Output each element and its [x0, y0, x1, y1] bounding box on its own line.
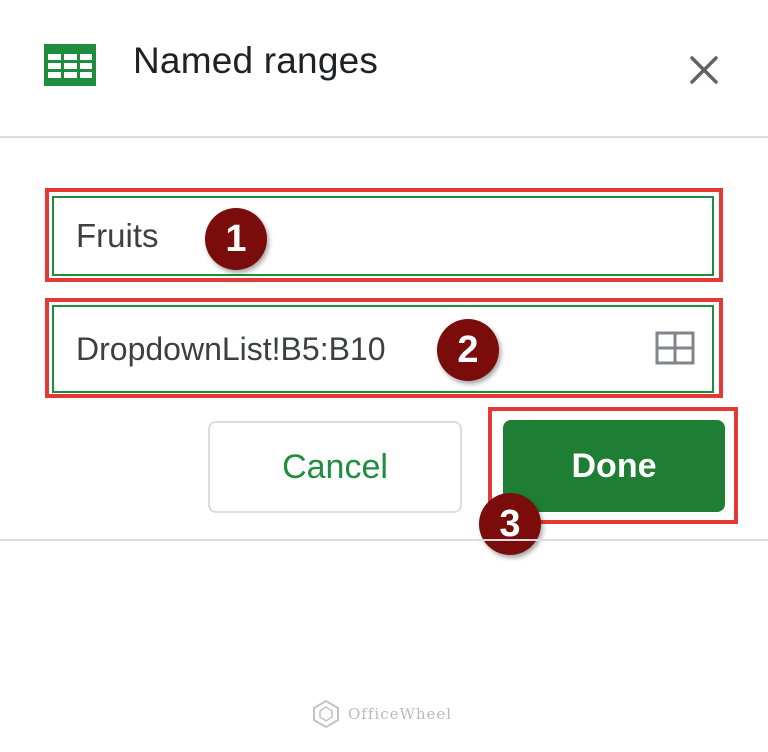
step-badge-2: 2	[437, 319, 499, 381]
panel-title: Named ranges	[133, 40, 379, 81]
select-data-range-icon[interactable]	[655, 331, 695, 365]
named-ranges-panel: Named ranges Cancel Done 1 2 3 OfficeWhe…	[0, 0, 768, 752]
range-name-field[interactable]	[52, 196, 714, 276]
cancel-button[interactable]: Cancel	[208, 421, 462, 513]
watermark: OfficeWheel	[312, 698, 452, 730]
step-badge-3: 3	[479, 493, 541, 555]
step-badge-1: 1	[205, 208, 267, 270]
range-reference-field[interactable]	[52, 305, 714, 393]
close-icon[interactable]	[684, 50, 724, 90]
watermark-text: OfficeWheel	[348, 705, 453, 723]
panel-divider	[0, 539, 768, 541]
panel-header: Named ranges	[0, 0, 768, 138]
done-button[interactable]: Done	[503, 420, 725, 512]
range-reference-input[interactable]	[54, 307, 712, 391]
watermark-logo-icon	[313, 699, 339, 729]
range-name-input[interactable]	[54, 198, 712, 274]
google-sheets-icon	[44, 44, 96, 86]
